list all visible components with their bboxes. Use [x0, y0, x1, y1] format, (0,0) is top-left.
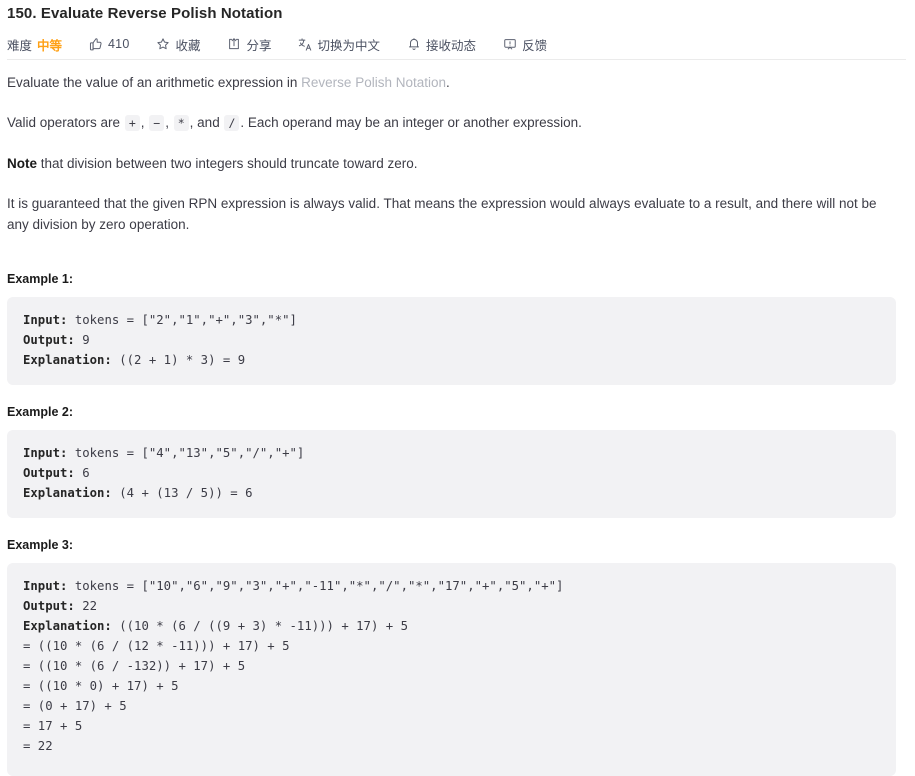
reverse-polish-notation-link[interactable]: Reverse Polish Notation	[301, 75, 446, 90]
example-1-input-value: tokens = ["2","1","+","3","*"]	[67, 313, 297, 327]
example-1-explanation-value: ((2 + 1) * 3) = 9	[111, 353, 246, 367]
example-3-extra-line-0: = ((10 * (6 / (12 * -11))) + 17) + 5	[23, 639, 290, 653]
example-1: Example 1: Input: tokens = ["2","1","+",…	[7, 272, 909, 385]
example-3-extra-line-1: = ((10 * (6 / -132)) + 17) + 5	[23, 659, 246, 673]
example-1-input-label: Input:	[23, 313, 68, 327]
example-1-output-label: Output:	[23, 333, 75, 347]
like-count: 410	[108, 37, 130, 51]
description-paragraph-1: Evaluate the value of an arithmetic expr…	[7, 72, 887, 93]
example-1-code-block: Input: tokens = ["2","1","+","3","*"] Ou…	[7, 297, 896, 385]
description-p1-suffix: .	[446, 75, 450, 90]
translate-button[interactable]: 切换为中文	[298, 35, 381, 54]
translate-icon	[298, 37, 313, 52]
note-text: that division between two integers shoul…	[37, 156, 418, 171]
example-2-explanation-value: (4 + (13 / 5)) = 6	[111, 486, 253, 500]
page-title: 150. Evaluate Reverse Polish Notation	[7, 5, 283, 22]
example-3-input-value: tokens = ["10","6","9","3","+","-11","*"…	[67, 579, 564, 593]
share-icon	[227, 37, 242, 52]
thumbs-up-icon	[88, 37, 103, 52]
example-2-input-value: tokens = ["4","13","5","/","+"]	[67, 446, 305, 460]
difficulty-label: 难度	[7, 38, 33, 53]
example-3-output-value: 22	[74, 599, 98, 613]
example-3: Example 3: Input: tokens = ["10","6","9"…	[7, 538, 909, 776]
star-icon	[156, 37, 171, 52]
example-1-output-value: 9	[74, 333, 90, 347]
description-p2-sep3: , and	[189, 115, 224, 130]
feedback-label: 反馈	[522, 38, 548, 53]
example-3-extra-line-5: = 22	[23, 739, 53, 753]
problem-toolbar: 难度 中等 410 收藏 分享 切换为中文 接收动态 反馈	[7, 29, 906, 60]
difficulty-indicator: 难度 中等	[7, 35, 62, 54]
operator-minus-code: −	[149, 115, 165, 131]
operator-plus-code: +	[124, 115, 140, 131]
description-p2-prefix: Valid operators are	[7, 115, 124, 130]
example-3-output-label: Output:	[23, 599, 75, 613]
example-1-heading: Example 1:	[7, 272, 74, 286]
share-button[interactable]: 分享	[227, 35, 272, 54]
bell-icon	[406, 37, 421, 52]
like-button[interactable]: 410	[88, 37, 129, 52]
share-label: 分享	[246, 38, 272, 53]
problem-description-panel: 150. Evaluate Reverse Polish Notation 难度…	[0, 0, 915, 776]
description-p2-sep2: ,	[165, 115, 173, 130]
favorite-label: 收藏	[175, 38, 201, 53]
example-2-heading: Example 2:	[7, 405, 74, 419]
example-3-explanation-label: Explanation:	[23, 619, 112, 633]
description-paragraph-4: It is guaranteed that the given RPN expr…	[7, 196, 877, 232]
example-2-input-label: Input:	[23, 446, 68, 460]
operator-times-code: *	[173, 115, 189, 131]
example-1-code: Input: tokens = ["2","1","+","3","*"] Ou…	[7, 310, 896, 370]
feedback-button[interactable]: 反馈	[502, 35, 547, 54]
example-2-explanation-label: Explanation:	[23, 486, 112, 500]
notify-label: 接收动态	[426, 38, 477, 53]
example-2-code-block: Input: tokens = ["4","13","5","/","+"] O…	[7, 430, 896, 518]
example-3-heading: Example 3:	[7, 538, 74, 552]
example-2-output-value: 6	[74, 466, 90, 480]
example-3-code-block: Input: tokens = ["10","6","9","3","+","-…	[7, 563, 896, 776]
example-2-output-label: Output:	[23, 466, 75, 480]
description-paragraph-3: Note that division between two integers …	[7, 153, 887, 174]
example-3-extra-line-4: = 17 + 5	[23, 719, 83, 733]
translate-label: 切换为中文	[317, 38, 381, 53]
notify-button[interactable]: 接收动态	[406, 35, 476, 54]
example-3-code: Input: tokens = ["10","6","9","3","+","-…	[7, 576, 896, 756]
example-3-explanation-value: ((10 * (6 / ((9 + 3) * -11))) + 17) + 5	[111, 619, 408, 633]
example-2-code: Input: tokens = ["4","13","5","/","+"] O…	[7, 443, 896, 503]
example-2: Example 2: Input: tokens = ["4","13","5"…	[7, 405, 909, 518]
favorite-button[interactable]: 收藏	[156, 35, 201, 54]
example-1-explanation-label: Explanation:	[23, 353, 112, 367]
description-p2-sep1: ,	[140, 115, 149, 130]
example-3-extra-line-2: = ((10 * 0) + 17) + 5	[23, 679, 179, 693]
description-paragraph-2: Valid operators are +, −, *, and /. Each…	[7, 112, 887, 134]
note-label: Note	[7, 156, 37, 171]
description-p1-prefix: Evaluate the value of an arithmetic expr…	[7, 75, 302, 90]
description-p2-suffix: . Each operand may be an integer or anot…	[240, 115, 582, 130]
examples-spacer	[7, 254, 909, 272]
example-3-input-label: Input:	[23, 579, 68, 593]
example-3-extra-line-3: = (0 + 17) + 5	[23, 699, 127, 713]
problem-content: Evaluate the value of an arithmetic expr…	[7, 72, 909, 776]
operator-divide-code: /	[224, 115, 240, 131]
speech-bubble-icon	[502, 37, 517, 52]
difficulty-value: 中等	[37, 38, 63, 53]
